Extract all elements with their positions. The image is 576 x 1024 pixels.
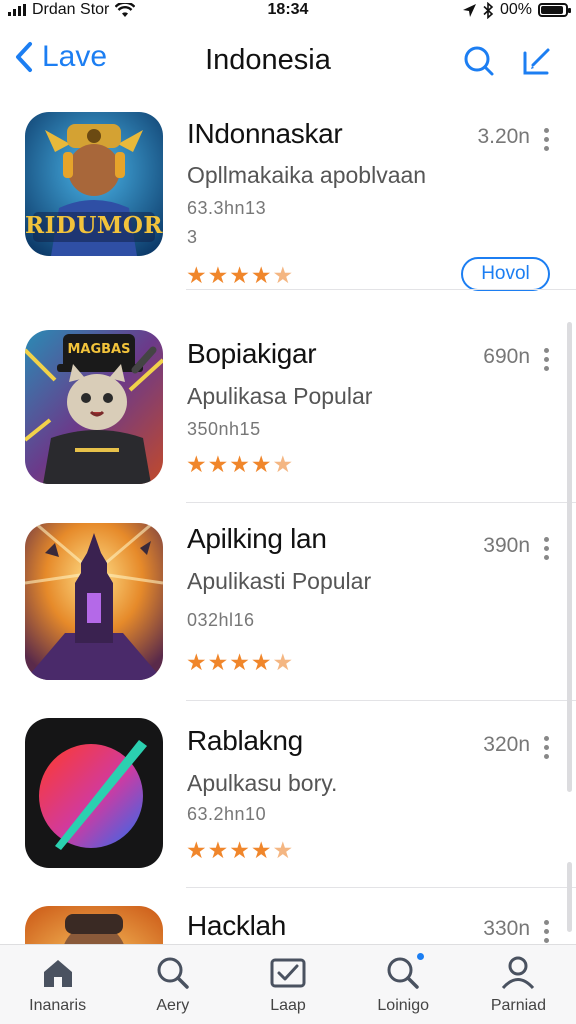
tab-label: Parniad xyxy=(490,997,546,1014)
tab-label: Aery xyxy=(156,997,190,1014)
app-meta: 350nh15 xyxy=(187,419,261,439)
more-options-icon[interactable] xyxy=(543,537,549,560)
bluetooth-icon xyxy=(483,1,494,19)
navigation-bar: Lave Indonesia xyxy=(0,30,576,90)
person-icon xyxy=(502,956,535,990)
list-item[interactable]: RIDUMOR INdonnaskar Opllmakaika apoblvaa… xyxy=(0,100,576,291)
star-icon: ★ xyxy=(229,649,250,675)
star-icon: ★ xyxy=(272,451,294,477)
star-icon: ★ xyxy=(250,262,272,288)
tab-bar: Inanaris Aery Laap Loinigo Parniad xyxy=(0,944,576,1024)
star-icon: ★ xyxy=(250,451,272,477)
app-meta: 63.3hn13 xyxy=(187,198,267,218)
row-divider xyxy=(186,289,576,290)
star-icon: ★ xyxy=(207,262,229,288)
app-name[interactable]: Apilking lan xyxy=(187,523,327,555)
app-meta-secondary: 3 xyxy=(187,227,198,247)
tab-discover[interactable]: Loinigo xyxy=(346,945,461,1024)
app-meta: 032hl16 xyxy=(187,610,255,630)
location-arrow-icon xyxy=(462,3,476,17)
search-icon[interactable] xyxy=(462,44,496,78)
tab-label: Laap xyxy=(270,997,306,1014)
more-options-icon[interactable] xyxy=(543,128,549,151)
battery-level-fill xyxy=(541,6,563,14)
cat-hero-icon[interactable]: MAGBAS xyxy=(25,330,163,484)
app-subtitle: Apulikasa Popular xyxy=(187,383,373,409)
app-subtitle: Apulkasu bory. xyxy=(187,770,338,796)
home-icon xyxy=(43,960,72,987)
battery-percent: 00% xyxy=(499,1,532,18)
character-face-icon[interactable] xyxy=(25,906,163,944)
star-icon: ★ xyxy=(207,649,229,675)
app-name[interactable]: INdonnaskar xyxy=(187,118,343,150)
tab-label: Loinigo xyxy=(377,997,430,1014)
app-icon-wordmark: RIDUMOR xyxy=(25,212,163,239)
star-icon: ★ xyxy=(186,262,207,288)
app-size: 390n xyxy=(483,534,530,557)
star-icon: ★ xyxy=(229,451,250,477)
star-icon: ★ xyxy=(272,649,294,675)
search-icon xyxy=(157,957,189,989)
list-item[interactable]: Apilking lan Apulikasti Popular 032hl16 … xyxy=(0,503,576,701)
star-rating: ★ ★ ★ ★ ★ xyxy=(186,839,293,862)
app-size: 3.20n xyxy=(477,125,530,148)
dark-castle-icon[interactable] xyxy=(25,523,163,680)
scrollbar-thumb[interactable] xyxy=(567,862,572,932)
list-item[interactable]: Hacklah 330n xyxy=(0,888,576,944)
star-rating: ★ ★ ★ ★ ★ xyxy=(186,453,293,476)
list-item[interactable]: Rablakng Apulkasu bory. 63.2hn10 ★ ★ ★ ★ ★ 3… xyxy=(0,701,576,888)
tab-search[interactable]: Aery xyxy=(115,945,230,1024)
star-icon: ★ xyxy=(229,837,250,863)
app-subtitle: Apulikasti Popular xyxy=(187,568,372,594)
app-meta: 63.2hn10 xyxy=(187,804,267,824)
list-item[interactable]: MAGBAS Bopiakigar Apulikasa Popular 350n… xyxy=(0,314,576,503)
star-icon: ★ xyxy=(186,649,207,675)
more-options-icon[interactable] xyxy=(543,736,549,759)
compose-icon[interactable] xyxy=(520,44,554,78)
tab-profile[interactable]: Parniad xyxy=(461,945,576,1024)
warrior-game-icon[interactable]: RIDUMOR xyxy=(25,112,163,256)
star-icon: ★ xyxy=(186,837,207,863)
app-subtitle: Opllmakaika apoblvaan xyxy=(187,162,427,188)
more-options-icon[interactable] xyxy=(543,348,549,371)
get-button[interactable]: Hovol xyxy=(461,257,550,291)
app-icon-wordmark: MAGBAS xyxy=(67,342,131,357)
star-icon: ★ xyxy=(207,837,229,863)
star-icon: ★ xyxy=(207,451,229,477)
star-icon: ★ xyxy=(250,649,272,675)
star-rating: ★ ★ ★ ★ ★ xyxy=(186,264,293,287)
app-name[interactable]: Bopiakigar xyxy=(187,338,317,370)
star-icon: ★ xyxy=(186,451,207,477)
app-size: 690n xyxy=(483,345,530,368)
star-icon: ★ xyxy=(272,262,294,288)
app-size: 330n xyxy=(483,917,530,940)
star-rating: ★ ★ ★ ★ ★ xyxy=(186,651,293,674)
planet-slash-icon[interactable] xyxy=(25,718,163,868)
tray-check-icon xyxy=(270,958,306,988)
more-options-icon[interactable] xyxy=(543,920,549,943)
star-icon: ★ xyxy=(272,837,294,863)
star-icon: ★ xyxy=(250,837,272,863)
status-bar: Drdan Stor 18:34 00% xyxy=(0,0,576,22)
tab-home[interactable]: Inanaris xyxy=(0,945,115,1024)
scrollbar-track[interactable] xyxy=(567,322,572,792)
app-name[interactable]: Rablakng xyxy=(187,725,303,757)
tab-library[interactable]: Laap xyxy=(230,945,345,1024)
star-icon: ★ xyxy=(229,262,250,288)
tab-label: Inanaris xyxy=(29,997,87,1014)
app-size: 320n xyxy=(483,733,530,756)
app-name[interactable]: Hacklah xyxy=(187,910,286,942)
battery-icon xyxy=(538,3,571,17)
